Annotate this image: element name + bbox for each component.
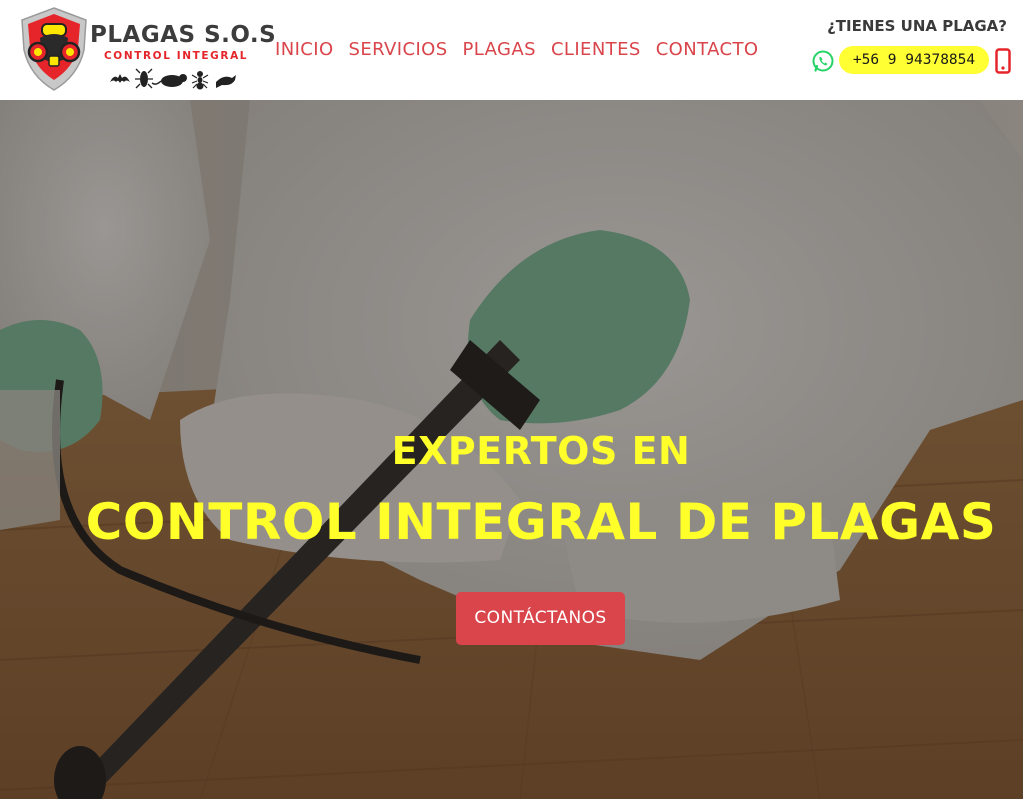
brand-logo[interactable]: PLAGAS S.O.S CONTROL INTEGRAL: [18, 6, 277, 94]
shield-mask-icon: [21, 7, 87, 91]
hero-kicker: EXPERTOS EN: [391, 429, 691, 473]
nav-contacto[interactable]: CONTACTO: [656, 38, 759, 62]
hero-title: CONTROL INTEGRAL DE PLAGAS: [85, 493, 997, 551]
nav-clientes[interactable]: CLIENTES: [551, 38, 641, 62]
nav-plagas[interactable]: PLAGAS: [463, 38, 536, 62]
nav-inicio[interactable]: INICIO: [275, 38, 334, 62]
contact-question: ¿TIENES UNA PLAGA?: [827, 17, 1007, 35]
rat-icon: [151, 74, 187, 87]
phone-number-button[interactable]: +56 9 94378854: [839, 46, 989, 74]
header-contact: ¿TIENES UNA PLAGA? +56 9 94378854: [809, 14, 1011, 78]
ant-icon: [191, 71, 209, 90]
brand-name: PLAGAS S.O.S: [90, 22, 277, 48]
mobile-phone-icon[interactable]: [995, 48, 1011, 74]
main-nav: INICIO SERVICIOS PLAGAS CLIENTES CONTACT…: [275, 38, 758, 62]
cockroach-icon: [135, 68, 153, 89]
pigeon-icon: [216, 75, 236, 88]
hero-section: EXPERTOS EN CONTROL INTEGRAL DE PLAGAS C…: [0, 100, 1023, 799]
whatsapp-icon[interactable]: [811, 49, 835, 73]
nav-servicios[interactable]: SERVICIOS: [349, 38, 448, 62]
pest-icons-row: [110, 68, 236, 90]
bat-icon: [110, 74, 130, 83]
site-header: PLAGAS S.O.S CONTROL INTEGRAL INICIO SER…: [0, 0, 1023, 100]
contact-cta-button[interactable]: CONTÁCTANOS: [456, 592, 625, 645]
brand-tagline: CONTROL INTEGRAL: [104, 50, 249, 62]
